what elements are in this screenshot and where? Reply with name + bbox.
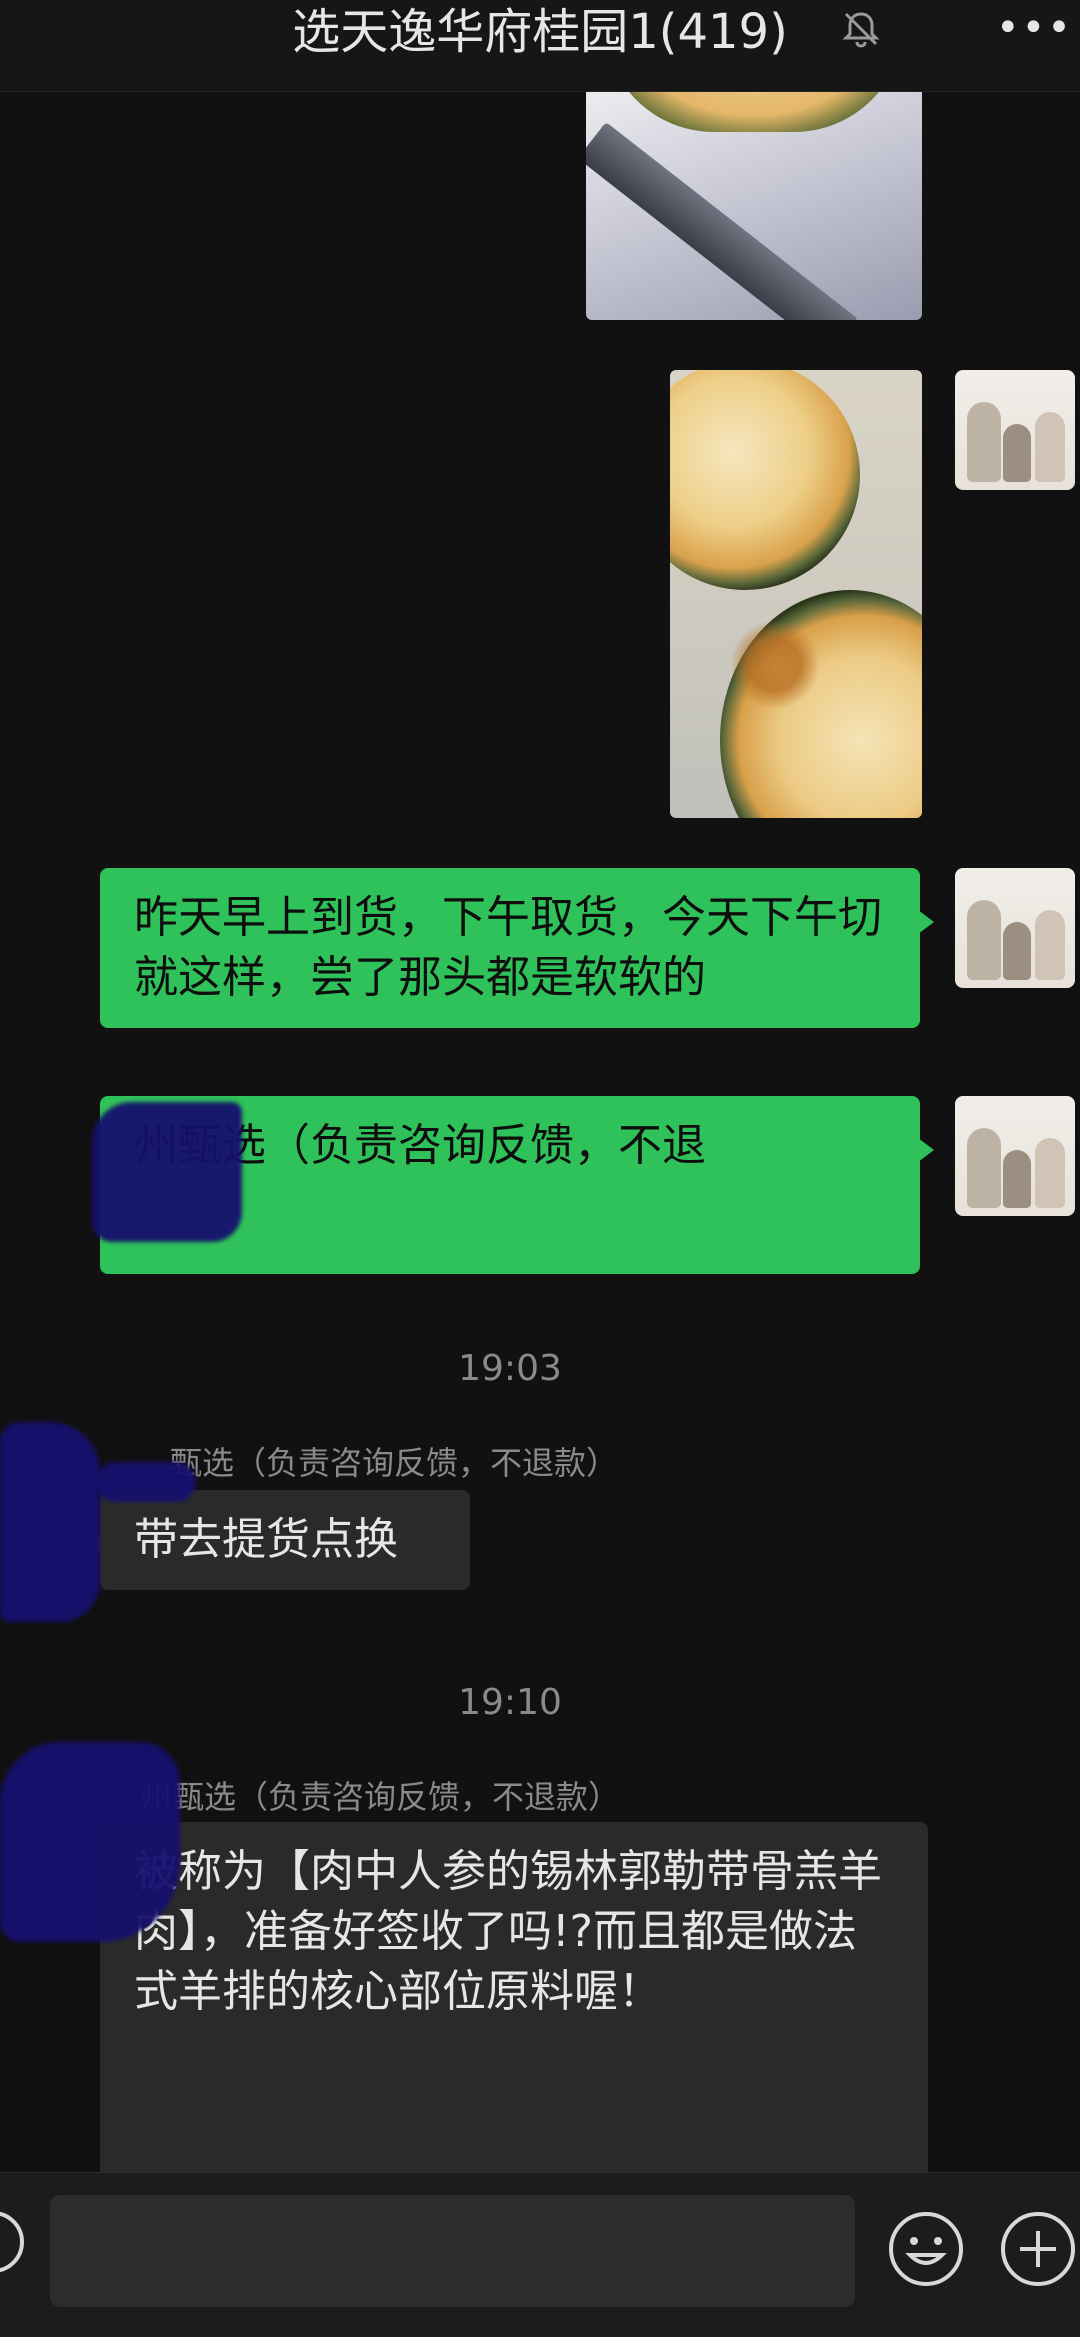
seeds-image-detail — [730, 620, 820, 710]
voice-icon[interactable] — [0, 2211, 24, 2273]
avatar[interactable] — [955, 868, 1075, 988]
sender-name: 甄选（负责咨询反馈，不退款） — [170, 1444, 619, 1482]
emoji-icon[interactable] — [886, 2209, 966, 2289]
avatar[interactable] — [955, 370, 1075, 490]
message-bubble-outgoing[interactable]: 昨天早上到货，下午取货，今天下午切就这样，尝了那头都是软软的 — [100, 868, 934, 1028]
bell-muted-icon — [842, 12, 880, 48]
redaction-scribble — [96, 1462, 196, 1502]
knife-image-detail — [586, 122, 859, 320]
melon-image-detail — [720, 590, 922, 818]
more-dots-icon[interactable]: ••• — [996, 8, 1071, 48]
redaction-scribble — [0, 1422, 100, 1622]
sender-name: 州甄选（负责咨询反馈，不退款） — [140, 1778, 621, 1816]
message-bubble-incoming[interactable]: 被称为【肉中人参的锡林郭勒带骨羔羊肉】，准备好签收了吗!?而且都是做法式羊排的核… — [86, 1822, 928, 2172]
melon-image-detail — [670, 370, 860, 590]
image-message[interactable] — [670, 370, 922, 818]
timestamp: 19:10 — [458, 1682, 562, 1723]
message-bubble-incoming[interactable]: 带去提货点换 — [86, 1490, 470, 1590]
avatar[interactable] — [955, 1096, 1075, 1216]
melon-image-detail — [604, 92, 904, 132]
redaction-scribble — [92, 1102, 242, 1242]
image-message[interactable] — [586, 92, 922, 320]
message-list[interactable]: 昨天早上到货，下午取货，今天下午切就这样，尝了那头都是软软的 州甄选（负责咨询反… — [0, 92, 1080, 2172]
message-input[interactable] — [50, 2195, 855, 2307]
plus-icon[interactable] — [998, 2209, 1078, 2289]
redaction-scribble — [0, 1742, 180, 1942]
timestamp: 19:03 — [458, 1348, 562, 1389]
input-bar — [0, 2172, 1080, 2337]
chat-header: 选天逸华府桂园1(419) ••• — [0, 0, 1080, 92]
chat-title[interactable]: 选天逸华府桂园1(419) — [0, 4, 1080, 60]
